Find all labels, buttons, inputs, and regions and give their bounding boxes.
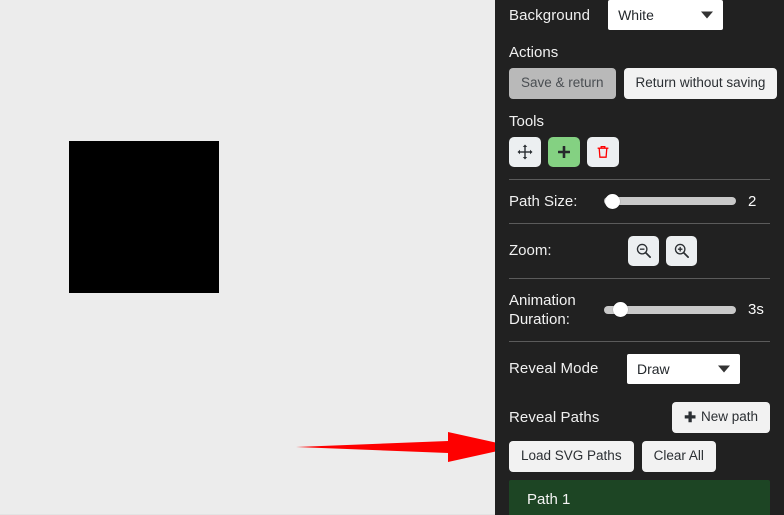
wolf-artwork [69,141,219,293]
animation-duration-label: Animation Duration: [509,291,604,329]
path-size-slider[interactable] [604,192,736,210]
chevron-down-icon [701,11,714,19]
trash-icon [597,145,609,158]
app-root: Background White Actions Save & return R… [0,0,784,515]
zoom-in-icon [674,244,689,259]
animation-duration-slider[interactable] [604,301,736,319]
animation-duration-value: 3s [748,301,764,319]
path-size-label: Path Size: [509,192,578,210]
tools-heading: Tools [509,112,545,130]
zoom-out-icon [636,244,651,259]
move-tool-button[interactable] [509,136,541,167]
path-size-row: Path Size: 2 [509,192,770,211]
reveal-paths-actions: Load SVG Paths Clear All [509,440,770,472]
add-path-tool-button[interactable] [548,136,580,167]
reveal-mode-row: Reveal Mode Draw [509,353,770,384]
zoom-label: Zoom: [509,242,552,260]
divider-4 [509,340,770,342]
zoom-buttons [628,235,697,266]
reveal-paths-row: Reveal Paths ✚ New path [509,401,770,433]
annotation-arrow [296,430,516,464]
zoom-row: Zoom: [509,235,770,266]
path-size-value: 2 [748,192,757,210]
new-path-button[interactable]: ✚ New path [672,401,770,433]
background-label: Background [509,6,591,24]
path-item-label: Path 1 [527,491,571,509]
background-selected-value: White [618,7,654,23]
reveal-mode-label: Reveal Mode [509,360,599,378]
settings-panel: Background White Actions Save & return R… [495,0,784,515]
delete-tool-button[interactable] [587,136,619,167]
animation-duration-label-line1: Animation [509,291,576,309]
return-without-saving-button[interactable]: Return without saving [623,68,778,99]
reveal-mode-selected-value: Draw [637,360,670,377]
animation-duration-thumb[interactable] [612,302,628,318]
reveal-mode-select[interactable]: Draw [627,353,740,384]
path-size-track [604,197,736,206]
background-select[interactable]: White [608,0,724,30]
divider-1 [509,178,770,180]
path-size-thumb[interactable] [604,193,620,209]
path-list-item[interactable]: Path 1 [509,479,770,515]
actions-button-row: Save & return Return without saving [509,68,778,99]
background-row: Background White [509,0,770,30]
move-icon [517,144,533,160]
divider-2 [509,222,770,224]
canvas-area[interactable] [0,0,516,515]
animation-duration-label-line2: Duration: [509,310,570,328]
zoom-in-button[interactable] [666,235,697,266]
new-path-label: New path [700,408,758,424]
clear-all-button[interactable]: Clear All [641,440,716,472]
load-svg-paths-button[interactable]: Load SVG Paths [509,440,634,472]
reveal-paths-heading: Reveal Paths [509,408,600,426]
actions-heading: Actions [509,44,559,61]
animation-duration-row: Animation Duration: 3s [509,291,770,329]
plus-icon: ✚ [684,409,696,426]
tools-row [509,136,770,167]
artboard[interactable] [69,141,219,293]
save-and-return-button[interactable]: Save & return [509,68,616,99]
zoom-out-button[interactable] [628,235,659,266]
chevron-down-icon [718,365,730,373]
plus-icon [558,145,570,158]
divider-3 [509,277,770,279]
